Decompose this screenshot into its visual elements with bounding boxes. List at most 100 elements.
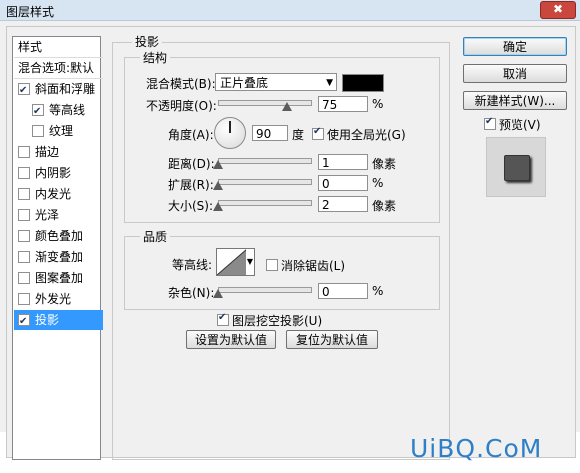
angle-unit: 度 (292, 128, 305, 142)
style-item-label: 纹理 (49, 124, 74, 138)
distance-slider-handle[interactable] (213, 160, 223, 169)
anti-alias-label: 消除锯齿(L) (281, 259, 346, 273)
pattern-overlay-checkbox[interactable] (18, 271, 30, 284)
texture-checkbox[interactable] (32, 124, 44, 137)
style-item-label: 渐变叠加 (35, 250, 84, 264)
spread-slider-handle[interactable] (213, 181, 223, 190)
chevron-down-icon: ▼ (246, 257, 254, 266)
style-item-bevel-emboss[interactable]: 斜面和浮雕 (14, 79, 103, 99)
style-item-gradient-overlay[interactable]: 渐变叠加 (14, 247, 103, 267)
spread-slider[interactable] (218, 179, 312, 185)
shadow-color-swatch[interactable] (342, 74, 384, 92)
style-item-satin[interactable]: 光泽 (14, 205, 103, 225)
cancel-button[interactable]: 取消 (463, 64, 567, 83)
contour-checkbox[interactable] (32, 102, 44, 120)
gradient-overlay-checkbox[interactable] (18, 250, 30, 263)
outer-glow-checkbox[interactable] (18, 292, 30, 305)
quality-title: 品质 (140, 228, 171, 245)
title-bar: 图层样式 ✖ (0, 0, 580, 21)
angle-input[interactable]: 90 (252, 125, 288, 141)
blend-mode-value: 正片叠底 (220, 76, 269, 90)
noise-slider[interactable] (218, 287, 312, 293)
angle-label: 角度(A): (168, 128, 214, 142)
style-item-color-overlay[interactable]: 颜色叠加 (14, 226, 103, 246)
angle-dial-hand (229, 121, 231, 133)
style-list-header[interactable]: 样式 (14, 37, 103, 58)
contour-preview[interactable] (216, 248, 248, 276)
distance-unit: 像素 (372, 157, 397, 171)
drop-shadow-checkbox[interactable] (18, 312, 30, 330)
spread-input[interactable]: 0 (318, 175, 368, 191)
chevron-down-icon: ▼ (326, 78, 333, 88)
window-title: 图层样式 (6, 5, 55, 19)
distance-label: 距离(D): (168, 157, 215, 171)
contour-dropdown-button[interactable]: ▼ (246, 248, 255, 276)
preview-thumbnail (504, 155, 530, 181)
style-item-label: 内阴影 (35, 166, 72, 180)
anti-alias-checkbox[interactable] (266, 259, 278, 271)
style-item-inner-shadow[interactable]: 内阴影 (14, 163, 103, 183)
style-item-label: 内发光 (35, 187, 72, 201)
style-item-contour[interactable]: 等高线 (14, 100, 117, 120)
contour-curve-icon (217, 249, 247, 275)
style-item-stroke[interactable]: 描边 (14, 142, 103, 162)
inner-glow-checkbox[interactable] (18, 187, 30, 200)
style-item-texture[interactable]: 纹理 (14, 121, 117, 141)
opacity-slider[interactable] (218, 100, 312, 106)
new-style-button[interactable]: 新建样式(W)... (463, 91, 567, 110)
style-item-label: 描边 (35, 145, 60, 159)
distance-input[interactable]: 1 (318, 154, 368, 170)
style-item-label: 投影 (35, 313, 60, 327)
opacity-input[interactable]: 75 (318, 96, 368, 112)
structure-title: 结构 (140, 49, 171, 66)
style-item-label: 等高线 (49, 103, 86, 117)
ok-button[interactable]: 确定 (463, 37, 567, 56)
angle-dial[interactable] (214, 117, 246, 149)
style-item-drop-shadow[interactable]: 投影 (14, 310, 103, 330)
spread-unit: % (372, 176, 384, 190)
knockout-label: 图层挖空投影(U) (232, 314, 323, 328)
satin-checkbox[interactable] (18, 208, 30, 221)
preview-label: 预览(V) (499, 118, 541, 132)
preview-checkbox[interactable] (484, 116, 496, 130)
blend-mode-select[interactable]: 正片叠底 ▼ (215, 73, 337, 91)
bevel-emboss-checkbox[interactable] (18, 81, 30, 99)
drop-shadow-title: 投影 (132, 33, 163, 50)
blend-mode-label: 混合模式(B): (146, 77, 216, 91)
inner-shadow-checkbox[interactable] (18, 166, 30, 179)
size-input[interactable]: 2 (318, 196, 368, 212)
distance-slider[interactable] (218, 158, 312, 164)
set-default-button[interactable]: 设置为默认值 (186, 330, 276, 349)
opacity-unit: % (372, 97, 384, 111)
layer-style-dialog: 图层样式 ✖ 样式 混合选项:默认 斜面和浮雕 等高线 纹理 描边 内阴影 内发… (0, 0, 580, 473)
knockout-checkbox[interactable] (217, 312, 229, 326)
size-label: 大小(S): (168, 199, 214, 213)
noise-unit: % (372, 284, 384, 298)
style-item-label: 光泽 (35, 208, 60, 222)
style-item-label: 颜色叠加 (35, 229, 84, 243)
global-light-label: 使用全局光(G) (327, 128, 406, 142)
noise-input[interactable]: 0 (318, 283, 368, 299)
size-slider-handle[interactable] (213, 202, 223, 211)
opacity-label: 不透明度(O): (146, 99, 217, 113)
style-item-inner-glow[interactable]: 内发光 (14, 184, 103, 204)
opacity-slider-handle[interactable] (282, 102, 292, 111)
contour-label: 等高线: (172, 258, 213, 272)
reset-default-button[interactable]: 复位为默认值 (286, 330, 378, 349)
style-item-pattern-overlay[interactable]: 图案叠加 (14, 268, 103, 288)
noise-slider-handle[interactable] (213, 289, 223, 298)
style-item-outer-glow[interactable]: 外发光 (14, 289, 103, 309)
size-unit: 像素 (372, 199, 397, 213)
close-button[interactable]: ✖ (540, 1, 576, 19)
watermark: UiBQ.CoM (410, 434, 543, 463)
style-item-label: 外发光 (35, 292, 72, 306)
size-slider[interactable] (218, 200, 312, 206)
noise-label: 杂色(N): (168, 286, 215, 300)
blend-options-item[interactable]: 混合选项:默认 (14, 58, 103, 79)
color-overlay-checkbox[interactable] (18, 229, 30, 242)
style-preview (486, 137, 546, 197)
spread-label: 扩展(R): (168, 178, 214, 192)
style-item-label: 斜面和浮雕 (35, 82, 96, 96)
global-light-checkbox[interactable] (312, 126, 324, 140)
stroke-checkbox[interactable] (18, 145, 30, 158)
